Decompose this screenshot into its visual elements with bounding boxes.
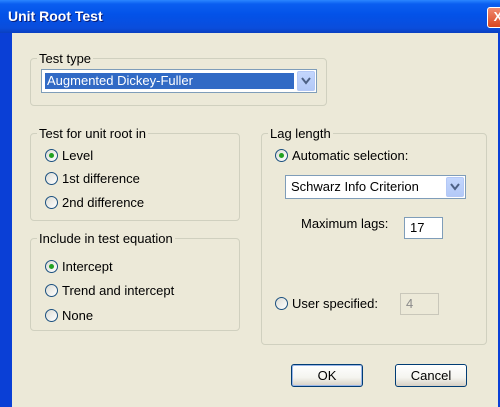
include-legend: Include in test equation [39, 231, 173, 246]
radio-automatic-selection[interactable]: Automatic selection: [275, 147, 408, 165]
radio-button-icon[interactable] [45, 172, 58, 185]
radio-level[interactable]: Level [45, 147, 93, 165]
radio-2nd-difference[interactable]: 2nd difference [45, 194, 144, 212]
radio-trend-and-intercept-label: Trend and intercept [62, 283, 175, 298]
radio-1st-difference-label: 1st difference [62, 171, 140, 186]
radio-button-icon[interactable] [275, 297, 288, 310]
title-bar[interactable]: Unit Root Test [0, 0, 500, 33]
maximum-lags-label: Maximum lags: [301, 216, 389, 231]
test-type-dropdown-button[interactable] [297, 71, 315, 91]
radio-button-icon[interactable] [45, 309, 58, 322]
radio-button-checked-icon[interactable] [45, 149, 58, 162]
radio-intercept[interactable]: Intercept [45, 258, 113, 276]
chevron-down-icon [450, 183, 460, 191]
radio-1st-difference[interactable]: 1st difference [45, 170, 140, 188]
criterion-value: Schwarz Info Criterion [291, 179, 419, 194]
cancel-button[interactable]: Cancel [395, 364, 467, 387]
radio-button-icon[interactable] [45, 196, 58, 209]
unit-root-legend: Test for unit root in [39, 126, 146, 141]
close-icon: X [493, 9, 500, 24]
radio-level-label: Level [62, 148, 94, 163]
window-border [0, 33, 12, 407]
radio-button-checked-icon[interactable] [275, 149, 288, 162]
radio-2nd-difference-label: 2nd difference [62, 195, 145, 210]
test-type-select[interactable]: Augmented Dickey-Fuller [41, 69, 317, 93]
radio-user-specified[interactable]: User specified: [275, 295, 378, 313]
radio-user-specified-label: User specified: [292, 296, 378, 311]
dialog-window: Unit Root Test X Test type Augmented Dic… [0, 0, 500, 407]
radio-automatic-selection-label: Automatic selection: [292, 148, 409, 163]
radio-intercept-label: Intercept [62, 259, 113, 274]
user-specified-lags-input[interactable]: 4 [400, 293, 439, 315]
radio-none[interactable]: None [45, 307, 93, 325]
radio-none-label: None [62, 308, 94, 323]
test-type-value: Augmented Dickey-Fuller [45, 73, 294, 89]
test-type-legend: Test type [39, 51, 92, 66]
chevron-down-icon [301, 77, 311, 85]
criterion-select[interactable]: Schwarz Info Criterion [285, 175, 466, 199]
lag-length-legend: Lag length [270, 126, 331, 141]
close-button[interactable]: X [487, 7, 500, 28]
criterion-dropdown-button[interactable] [446, 177, 464, 197]
dialog-body: Test type Augmented Dickey-Fuller Test f… [12, 33, 498, 407]
window-title: Unit Root Test [8, 8, 103, 24]
radio-button-icon[interactable] [45, 284, 58, 297]
ok-button[interactable]: OK [291, 364, 363, 387]
maximum-lags-input[interactable]: 17 [404, 217, 443, 239]
radio-button-checked-icon[interactable] [45, 260, 58, 273]
radio-trend-and-intercept[interactable]: Trend and intercept [45, 282, 174, 300]
